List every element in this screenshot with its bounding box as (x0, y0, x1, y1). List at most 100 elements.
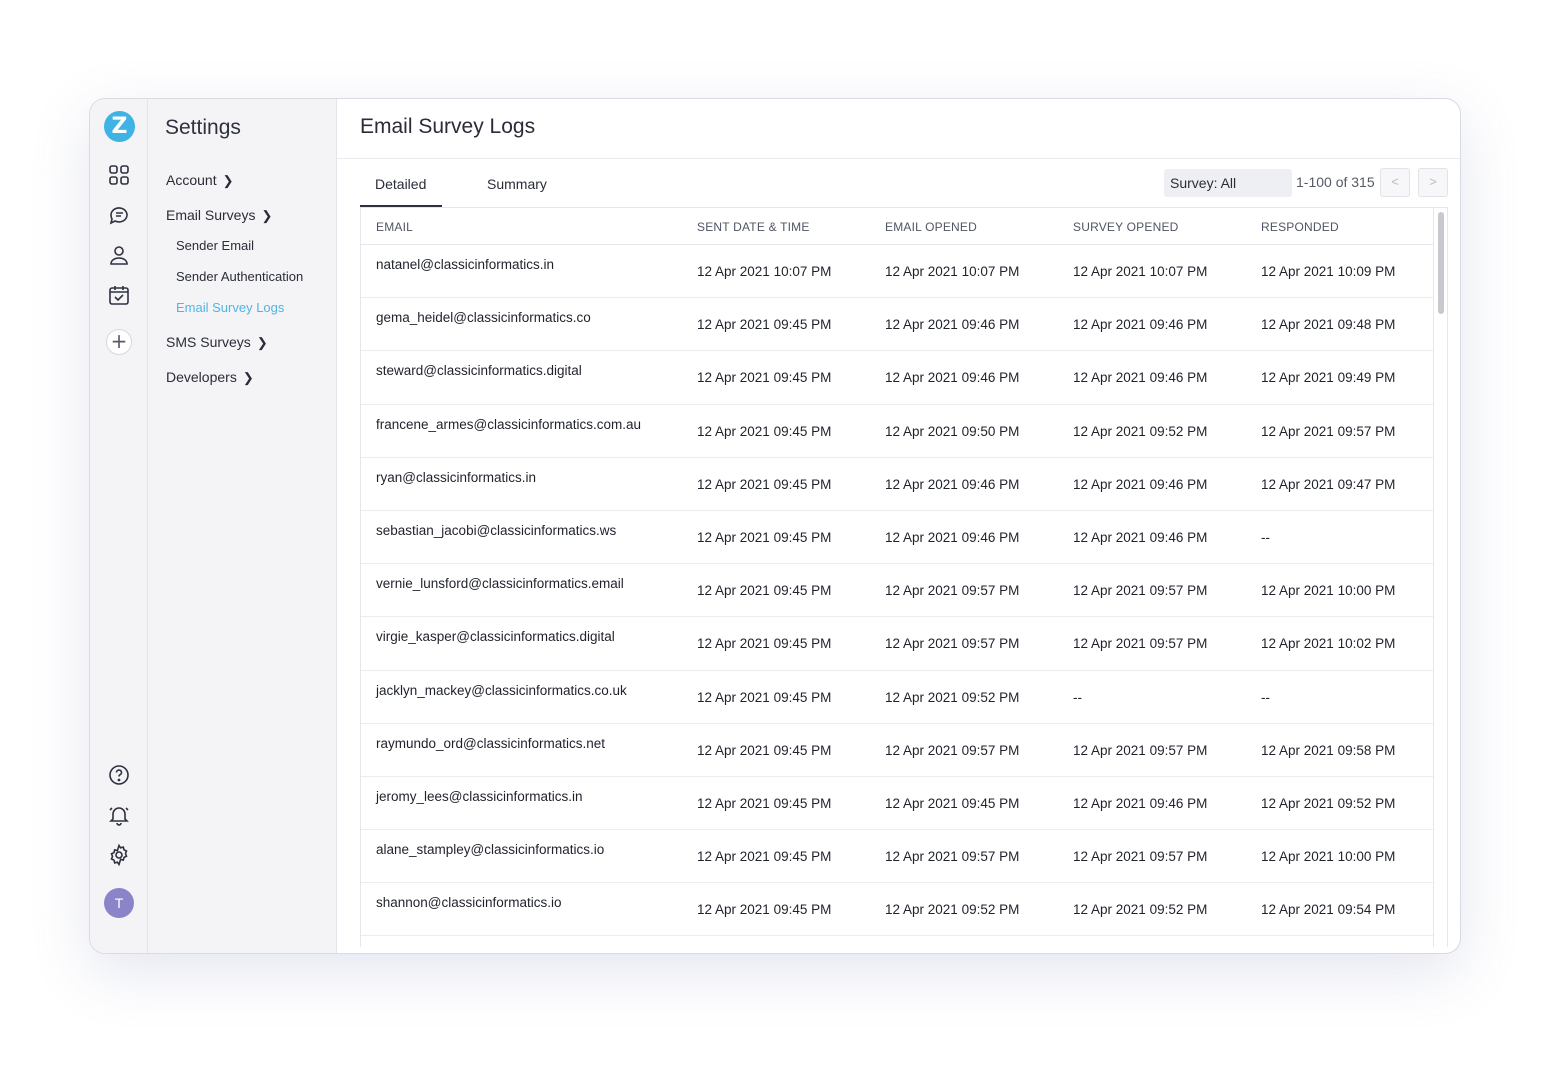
table-row[interactable]: natanel@classicinformatics.in 12 Apr 2021… (361, 245, 1447, 299)
cell-sent: 12 Apr 2021 10:07 PM (697, 264, 832, 279)
cell-email-opened: 12 Apr 2021 09:57 PM (885, 849, 1020, 865)
cell-email: steward@classicinformatics.digital (376, 363, 582, 379)
sidebar-subitem-sender-authentication[interactable]: Sender Authentication (176, 269, 303, 284)
next-page-button[interactable]: > (1418, 168, 1448, 197)
chat-survey-icon[interactable] (107, 203, 131, 227)
cell-sent: 12 Apr 2021 09:45 PM (697, 689, 832, 705)
bell-icon[interactable] (107, 803, 131, 827)
cell-survey-opened: 12 Apr 2021 09:46 PM (1073, 476, 1208, 492)
table-row[interactable]: ryan@classicinformatics.in 12 Apr 2021 09… (361, 458, 1447, 511)
sidebar-subitem-email-survey-logs[interactable]: Email Survey Logs (176, 300, 284, 315)
table-row[interactable]: francene_armes@classicinformatics.com.au… (361, 405, 1447, 458)
tab-summary[interactable]: Summary (487, 176, 547, 192)
cell-responded: 12 Apr 2021 10:00 PM (1261, 583, 1396, 599)
table-row[interactable]: alane_stampley@classicinformatics.io 12 A… (361, 830, 1447, 884)
cell-survey-opened: 12 Apr 2021 09:46 PM (1073, 795, 1208, 811)
cell-sent: 12 Apr 2021 09:45 PM (697, 476, 832, 492)
cell-survey-opened: 12 Apr 2021 10:07 PM (1073, 264, 1208, 279)
cell-sent: 12 Apr 2021 09:45 PM (697, 636, 832, 652)
cell-survey-opened: -- (1073, 689, 1082, 705)
cell-responded: -- (1261, 689, 1270, 705)
column-header-survey-opened: SURVEY OPENED (1073, 220, 1179, 234)
table-row[interactable]: gema_heidel@classicinformatics.co 12 Apr … (361, 298, 1447, 352)
sidebar-item-label: Email Surveys (166, 207, 256, 223)
user-icon[interactable] (107, 243, 131, 267)
chevron-right-icon: ❯ (261, 208, 273, 223)
table-row[interactable]: raymundo_ord@classicinformatics.net 12 Ap… (361, 724, 1447, 777)
cell-sent: 12 Apr 2021 09:45 PM (697, 317, 832, 333)
cell-sent: 12 Apr 2021 09:45 PM (697, 583, 832, 599)
dashboard-icon[interactable] (107, 163, 131, 187)
cell-email-opened: 12 Apr 2021 09:57 PM (885, 636, 1020, 652)
table-row[interactable]: vernie_lunsford@classicinformatics.email… (361, 564, 1447, 618)
chevron-left-icon: < (1391, 174, 1399, 189)
cell-responded: 12 Apr 2021 10:00 PM (1261, 849, 1396, 865)
cell-sent: 12 Apr 2021 09:45 PM (697, 370, 832, 386)
previous-page-button[interactable]: < (1380, 168, 1410, 197)
cell-survey-opened: 12 Apr 2021 09:57 PM (1073, 742, 1208, 758)
table-body: natanel@classicinformatics.in 12 Apr 2021… (361, 245, 1447, 937)
table-row[interactable]: virgie_kasper@classicinformatics.digital… (361, 617, 1447, 671)
sidebar-item-sms-surveys[interactable]: SMS Surveys ❯ (166, 334, 268, 351)
help-icon[interactable] (107, 763, 131, 787)
sidebar-item-developers[interactable]: Developers ❯ (166, 369, 254, 386)
table-row[interactable]: jacklyn_mackey@classicinformatics.co.uk 1… (361, 671, 1447, 724)
chevron-right-icon: ❯ (242, 370, 254, 385)
cell-email: ryan@classicinformatics.in (376, 469, 536, 485)
sidebar-item-label: SMS Surveys (166, 334, 251, 350)
cell-email: jeromy_lees@classicinformatics.in (376, 788, 583, 804)
sidebar-subitem-sender-email[interactable]: Sender Email (176, 238, 254, 253)
sidebar-item-label: Developers (166, 369, 237, 385)
cell-email: raymundo_ord@classicinformatics.net (376, 735, 606, 751)
cell-email: francene_armes@classicinformatics.com.au (376, 416, 642, 432)
table-row[interactable]: sebastian_jacobi@classicinformatics.ws 12… (361, 511, 1447, 565)
cell-responded: 12 Apr 2021 10:02 PM (1261, 636, 1396, 652)
cell-email: natanel@classicinformatics.in (376, 257, 555, 272)
gear-icon[interactable] (107, 843, 131, 867)
cell-survey-opened: 12 Apr 2021 09:52 PM (1073, 902, 1208, 918)
cell-email-opened: 12 Apr 2021 09:46 PM (885, 317, 1020, 333)
calendar-check-icon[interactable] (107, 283, 131, 307)
cell-email-opened: 12 Apr 2021 09:45 PM (885, 795, 1020, 811)
avatar[interactable]: T (104, 888, 134, 918)
column-header-sent: SENT DATE & TIME (697, 220, 810, 234)
add-button[interactable]: + (106, 329, 132, 355)
cell-responded: 12 Apr 2021 09:52 PM (1261, 795, 1396, 811)
table-row[interactable]: jeromy_lees@classicinformatics.in 12 Apr … (361, 777, 1447, 831)
cell-email-opened: 12 Apr 2021 09:46 PM (885, 529, 1020, 545)
cell-email-opened: 12 Apr 2021 10:07 PM (885, 264, 1020, 279)
cell-email: vernie_lunsford@classicinformatics.email (376, 576, 624, 592)
table-row[interactable]: steward@classicinformatics.digital 12 Apr… (361, 351, 1447, 405)
cell-responded: -- (1261, 529, 1270, 545)
cell-email: shannon@classicinformatics.io (376, 895, 562, 911)
app-logo[interactable]: Z (104, 111, 135, 142)
table-header: EMAIL SENT DATE & TIME EMAIL OPENED SURV… (361, 208, 1447, 245)
pagination-range: 1-100 of 315 (1296, 174, 1375, 190)
cell-email: virgie_kasper@classicinformatics.digital (376, 629, 615, 645)
cell-email-opened: 12 Apr 2021 09:50 PM (885, 423, 1020, 439)
cell-email-opened: 12 Apr 2021 09:46 PM (885, 370, 1020, 386)
title-divider (337, 158, 1460, 159)
cell-sent: 12 Apr 2021 09:45 PM (697, 423, 832, 439)
cell-email-opened: 12 Apr 2021 09:57 PM (885, 583, 1020, 599)
column-header-email-opened: EMAIL OPENED (885, 220, 977, 234)
survey-filter-select[interactable]: Survey: All (1164, 169, 1292, 197)
chevron-right-icon: ❯ (222, 173, 234, 188)
cell-survey-opened: 12 Apr 2021 09:57 PM (1073, 636, 1208, 652)
cell-email: gema_heidel@classicinformatics.co (376, 310, 591, 326)
column-header-responded: RESPONDED (1261, 220, 1339, 234)
sidebar-item-label: Account (166, 172, 217, 188)
scrollbar-thumb[interactable] (1438, 212, 1444, 314)
cell-survey-opened: 12 Apr 2021 09:52 PM (1073, 423, 1208, 439)
sidebar-item-account[interactable]: Account ❯ (166, 172, 234, 189)
cell-email-opened: 12 Apr 2021 09:46 PM (885, 476, 1020, 492)
cell-survey-opened: 12 Apr 2021 09:57 PM (1073, 849, 1208, 865)
table-row[interactable]: shannon@classicinformatics.io 12 Apr 2021… (361, 883, 1447, 937)
main-content: Email Survey Logs Detailed Summary Surve… (337, 99, 1460, 953)
tab-detailed[interactable]: Detailed (375, 176, 426, 192)
cell-responded: 12 Apr 2021 09:57 PM (1261, 423, 1396, 439)
table-scrollbar[interactable] (1433, 208, 1447, 947)
logs-table: EMAIL SENT DATE & TIME EMAIL OPENED SURV… (360, 207, 1448, 947)
cell-responded: 12 Apr 2021 09:48 PM (1261, 317, 1396, 333)
sidebar-item-email-surveys[interactable]: Email Surveys ❯ (166, 207, 272, 224)
